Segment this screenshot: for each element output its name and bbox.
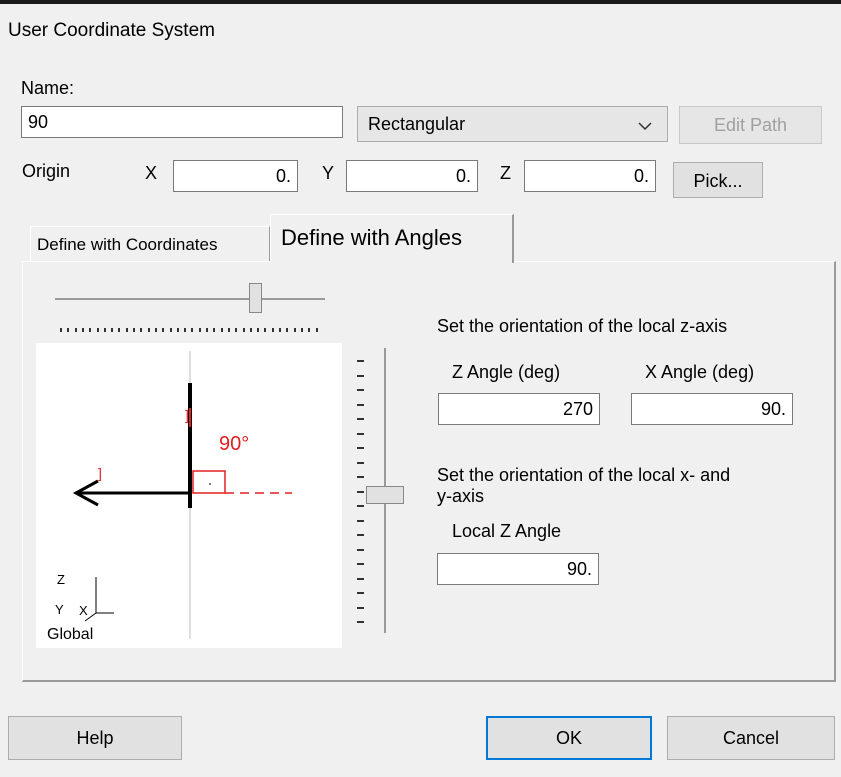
global-label: Global <box>47 626 94 643</box>
horizontal-tick <box>140 328 143 332</box>
vertical-tick <box>357 534 364 536</box>
horizontal-tick <box>264 328 267 332</box>
coord-type-select[interactable]: Rectangular <box>357 106 668 142</box>
cancel-button[interactable]: Cancel <box>667 716 835 760</box>
horizontal-tick <box>191 328 194 332</box>
x-angle-label: X Angle (deg) <box>645 362 755 382</box>
horizontal-tick <box>293 328 296 332</box>
horizontal-tick <box>125 328 128 332</box>
horizontal-tick <box>220 328 223 332</box>
vertical-tick <box>357 447 364 449</box>
origin-x-input[interactable]: 0. <box>173 160 298 192</box>
horizontal-tick <box>103 328 106 332</box>
horizontal-slider-ticks <box>60 328 322 334</box>
vertical-tick <box>357 432 364 435</box>
vertical-tick <box>357 519 364 522</box>
x-axis-marker: ] <box>98 465 102 481</box>
horizontal-tick <box>118 328 121 332</box>
vertical-tick <box>357 461 364 464</box>
global-z-label: Z <box>57 572 65 587</box>
horizontal-tick <box>89 328 92 332</box>
origin-y-label: Y <box>322 163 335 183</box>
vertical-tick <box>357 505 364 507</box>
horizontal-tick <box>81 328 84 332</box>
origin-x-label: X <box>145 163 158 183</box>
horizontal-tick <box>249 328 252 332</box>
vertical-tick <box>357 476 364 478</box>
tab-define-angles[interactable]: Define with Angles <box>270 214 514 263</box>
vertical-tick <box>357 577 364 580</box>
tab-define-coordinates[interactable]: Define with Coordinates <box>30 226 270 261</box>
vertical-tick <box>357 360 364 362</box>
origin-z-input[interactable]: 0. <box>524 160 656 192</box>
horizontal-tick <box>213 328 216 332</box>
horizontal-slider-thumb[interactable] <box>249 283 262 313</box>
horizontal-tick <box>198 328 201 332</box>
pick-button[interactable]: Pick... <box>673 162 763 198</box>
local-z-angle-label: Local Z Angle <box>452 521 562 541</box>
vertical-tick <box>357 548 364 551</box>
origin-label: Origin <box>22 161 71 181</box>
horizontal-tick <box>184 328 187 332</box>
horizontal-tick <box>257 328 260 332</box>
edit-path-button[interactable]: Edit Path <box>679 106 822 144</box>
x-angle-input[interactable]: 90. <box>631 393 793 425</box>
z-angle-input[interactable]: 270 <box>438 393 600 425</box>
origin-y-input[interactable]: 0. <box>346 160 478 192</box>
vertical-tick <box>357 621 364 623</box>
horizontal-tick <box>154 328 157 332</box>
horizontal-tick <box>133 328 135 332</box>
angle-label: 90° <box>219 433 250 455</box>
horizontal-tick <box>279 328 281 332</box>
horizontal-tick <box>227 328 230 332</box>
window-title: User Coordinate System <box>8 20 215 41</box>
horizontal-tick <box>235 328 238 332</box>
horizontal-tick <box>96 328 99 332</box>
orientation-preview: 90° ] ] Z Y X Global <box>36 343 342 648</box>
coord-type-value: Rectangular <box>368 114 466 134</box>
ok-button[interactable]: OK <box>486 716 652 760</box>
horizontal-tick <box>147 328 150 332</box>
horizontal-tick <box>74 328 77 332</box>
horizontal-tick <box>162 328 165 332</box>
z-axis-marker: ] <box>185 407 189 423</box>
global-y-label: Y <box>55 602 64 617</box>
global-x-label: X <box>79 603 88 618</box>
name-label: Name: <box>21 78 75 98</box>
horizontal-tick <box>286 328 289 332</box>
vertical-tick <box>357 403 364 406</box>
chevron-down-icon <box>637 117 653 138</box>
horizontal-tick <box>308 328 311 332</box>
horizontal-tick <box>300 328 303 332</box>
vertical-tick <box>357 374 364 377</box>
xy-axis-heading-line2: y-axis <box>437 486 485 506</box>
horizontal-tick <box>176 328 179 332</box>
title-bar-edge <box>0 0 841 4</box>
vertical-tick <box>357 563 364 565</box>
vertical-tick <box>357 389 364 391</box>
local-z-angle-input[interactable]: 90. <box>437 553 599 585</box>
horizontal-tick <box>271 328 274 332</box>
origin-z-label: Z <box>500 163 511 183</box>
vertical-tick <box>357 490 364 493</box>
z-angle-label: Z Angle (deg) <box>452 362 561 382</box>
xy-axis-heading-line1: Set the orientation of the local x- and <box>437 465 731 485</box>
vertical-tick <box>357 606 364 609</box>
help-button[interactable]: Help <box>8 716 182 760</box>
vertical-slider-thumb[interactable] <box>366 486 404 504</box>
horizontal-tick <box>169 328 172 332</box>
horizontal-slider-track[interactable] <box>55 298 325 300</box>
horizontal-tick <box>67 328 70 332</box>
vertical-tick <box>357 592 364 594</box>
horizontal-tick <box>315 328 318 332</box>
name-input[interactable]: 90 <box>21 106 343 138</box>
horizontal-tick <box>242 328 245 332</box>
vertical-tick <box>357 418 364 420</box>
horizontal-tick <box>206 328 208 332</box>
horizontal-tick <box>111 328 114 332</box>
horizontal-tick <box>60 328 62 332</box>
z-axis-heading: Set the orientation of the local z-axis <box>437 316 728 336</box>
